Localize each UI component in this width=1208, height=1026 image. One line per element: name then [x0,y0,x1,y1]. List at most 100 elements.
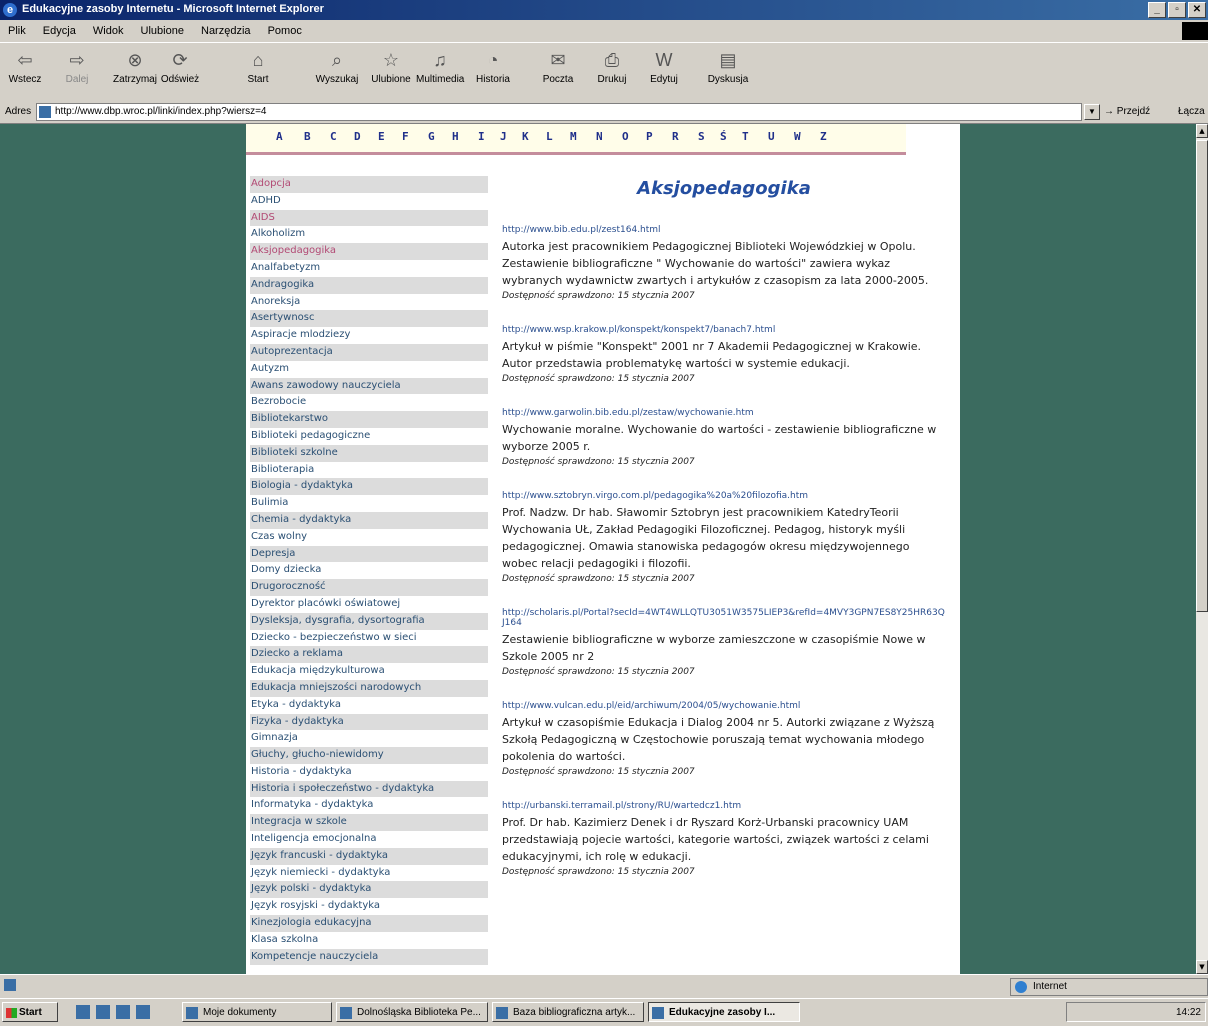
sidebar-item[interactable]: Andragogika [250,276,488,294]
menu-ulubione[interactable]: Ulubione [133,21,190,37]
sidebar-item[interactable]: Język rosyjski - dydaktyka [250,898,488,915]
sidebar-item[interactable]: AIDS [250,209,488,227]
sidebar-item[interactable]: Analfabetyzm [250,260,488,277]
sidebar-item[interactable]: Autoprezentacja [250,343,488,361]
alphabet-letter[interactable]: G [428,130,435,143]
sidebar-item[interactable]: Edukacja mniejszości narodowych [250,679,488,697]
scroll-thumb[interactable] [1196,140,1208,612]
alphabet-letter[interactable]: Ś [720,130,727,143]
resource-link[interactable]: http://scholaris.pl/Portal?secId=4WT4WLL… [502,608,946,628]
alphabet-letter[interactable]: J [500,130,507,143]
alphabet-letter[interactable]: T [742,130,749,143]
sidebar-item[interactable]: Awans zawodowy nauczyciela [250,377,488,395]
alphabet-letter[interactable]: S [698,130,705,143]
sidebar-item[interactable]: Autyzm [250,361,488,378]
sidebar-item[interactable]: Dziecko - bezpieczeństwo w sieci [250,630,488,647]
sidebar-item[interactable]: Drugoroczność [250,579,488,596]
window-titlebar[interactable]: e Edukacyjne zasoby Internetu - Microsof… [0,0,1208,20]
sidebar-item[interactable]: Bulimia [250,495,488,512]
sidebar-item[interactable]: Głuchy, głucho-niewidomy [250,747,488,764]
menu-narzedzia[interactable]: Narzędzia [193,21,257,37]
sidebar-item[interactable]: Biblioteki szkolne [250,444,488,462]
resource-link[interactable]: http://www.vulcan.edu.pl/eid/archiwum/20… [502,701,946,711]
mail-button[interactable]: ✉ Poczta [540,49,576,85]
address-input[interactable]: http://www.dbp.wroc.pl/linki/index.php?w… [36,103,1082,121]
alphabet-letter[interactable]: C [330,130,337,143]
sidebar-item[interactable]: Edukacja międzykulturowa [250,663,488,680]
alphabet-letter[interactable]: Z [820,130,827,143]
scroll-down-icon[interactable]: ▼ [1196,960,1208,974]
start-button[interactable]: Start [2,1002,58,1022]
sidebar-item[interactable]: Czas wolny [250,529,488,546]
stop-button[interactable]: ⊗ Zatrzymaj [112,49,158,85]
alphabet-letter[interactable]: P [646,130,653,143]
alphabet-letter[interactable]: B [304,130,311,143]
resource-link[interactable]: http://www.sztobryn.virgo.com.pl/pedagog… [502,491,946,501]
sidebar-item[interactable]: Aspiracje mlodziezy [250,327,488,344]
sidebar-item[interactable]: Dziecko a reklama [250,646,488,664]
quicklaunch-word-icon[interactable] [116,1005,130,1019]
menu-pomoc[interactable]: Pomoc [260,21,308,37]
sidebar-item[interactable]: Gimnazja [250,730,488,747]
resource-link[interactable]: http://www.garwolin.bib.edu.pl/zestaw/wy… [502,408,946,418]
sidebar-item[interactable]: Inteligencja emocjonalna [250,831,488,848]
sidebar-item[interactable]: Historia - dydaktyka [250,764,488,781]
menu-plik[interactable]: Plik [0,21,32,37]
sidebar-item[interactable]: Klasa szkolna [250,932,488,949]
sidebar-item[interactable]: Język niemiecki - dydaktyka [250,865,488,882]
alphabet-letter[interactable]: A [276,130,283,143]
alphabet-letter[interactable]: H [452,130,459,143]
sidebar-item[interactable]: ADHD [250,193,488,210]
sidebar-item[interactable]: Aksjopedagogika [250,243,488,260]
task-edukacyjne[interactable]: Edukacyjne zasoby I... [648,1002,800,1022]
sidebar-item[interactable]: Integracja w szkole [250,814,488,832]
history-button[interactable]: ◔ Historia [474,49,512,85]
sidebar-item[interactable]: Biblioteki pedagogiczne [250,428,488,445]
forward-button[interactable]: ⇨ Dalej [60,49,94,85]
sidebar-item[interactable]: Chemia - dydaktyka [250,511,488,529]
sidebar-item[interactable]: Biologia - dydaktyka [250,478,488,496]
search-button[interactable]: ⌕ Wyszukaj [314,49,360,85]
maximize-button[interactable]: ▫ [1168,2,1186,18]
sidebar-item[interactable]: Anoreksja [250,294,488,311]
sidebar-item[interactable]: Kinezjologia edukacyjna [250,915,488,932]
alphabet-letter[interactable]: O [622,130,629,143]
home-button[interactable]: ⌂ Start [244,49,272,85]
alphabet-letter[interactable]: D [354,130,361,143]
sidebar-item[interactable]: Fizyka - dydaktyka [250,713,488,731]
sidebar-item[interactable]: Dysleksja, dysgrafia, dysortografia [250,612,488,630]
sidebar-item[interactable]: Bezrobocie [250,394,488,411]
sidebar-item[interactable]: Alkoholizm [250,226,488,243]
address-dropdown-button[interactable]: ▼ [1084,104,1100,120]
quicklaunch-ie-icon[interactable] [136,1005,150,1019]
minimize-button[interactable]: _ [1148,2,1166,18]
go-button[interactable]: → Przejdź [1104,106,1150,117]
alphabet-letter[interactable]: M [570,130,577,143]
favorites-button[interactable]: ☆ Ulubione [370,49,412,85]
task-dolnoslaska[interactable]: Dolnośląska Biblioteka Pe... [336,1002,488,1022]
scroll-up-icon[interactable]: ▲ [1196,124,1208,138]
task-moje-dokumenty[interactable]: Moje dokumenty [182,1002,332,1022]
alphabet-letter[interactable]: R [672,130,679,143]
menu-edycja[interactable]: Edycja [35,21,82,37]
alphabet-letter[interactable]: N [596,130,603,143]
alphabet-letter[interactable]: E [378,130,385,143]
sidebar-item[interactable]: Dyrektor placówki oświatowej [250,596,488,613]
alphabet-letter[interactable]: L [546,130,553,143]
sidebar-item[interactable]: Biblioterapia [250,462,488,479]
task-baza[interactable]: Baza bibliograficzna artyk... [492,1002,644,1022]
refresh-button[interactable]: ⟳ Odśwież [160,49,200,85]
sidebar-item[interactable]: Język francuski - dydaktyka [250,847,488,865]
sidebar-item[interactable]: Język polski - dydaktyka [250,881,488,899]
sidebar-item[interactable]: Informatyka - dydaktyka [250,797,488,814]
alphabet-letter[interactable]: W [794,130,801,143]
back-button[interactable]: ⇦ Wstecz [8,49,42,85]
resource-link[interactable]: http://www.bib.edu.pl/zest164.html [502,225,946,235]
vertical-scrollbar[interactable]: ▲ ▼ [1196,124,1208,974]
discuss-button[interactable]: ▤ Dyskusja [706,49,750,85]
sidebar-item[interactable]: Depresja [250,545,488,563]
alphabet-letter[interactable]: K [522,130,529,143]
resource-link[interactable]: http://urbanski.terramail.pl/strony/RU/w… [502,801,946,811]
alphabet-letter[interactable]: F [402,130,409,143]
sidebar-item[interactable]: Domy dziecka [250,562,488,579]
